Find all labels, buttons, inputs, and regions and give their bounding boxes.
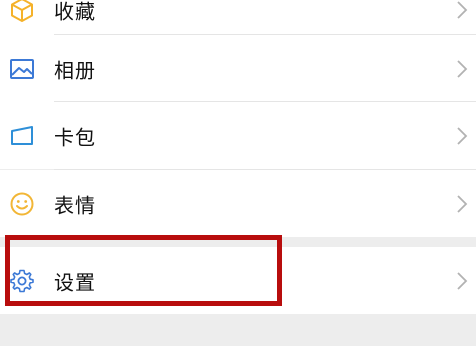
menu-item-label: 收藏 [54, 0, 96, 23]
album-picture-icon [10, 58, 34, 79]
favorites-cube-icon [11, 0, 33, 22]
card-wallet-icon [11, 125, 33, 145]
menu-item-label: 卡包 [54, 125, 96, 149]
menu-item-label: 表情 [54, 193, 96, 217]
menu-item-stickers[interactable]: 表情 [0, 170, 476, 237]
chevron-right-icon [457, 194, 468, 213]
menu-item-card-wallet[interactable]: 卡包 [0, 102, 476, 169]
chevron-right-icon [457, 126, 468, 145]
menu-item-album[interactable]: 相册 [0, 35, 476, 102]
sticker-smiley-icon [10, 192, 34, 215]
menu-item-label: 相册 [54, 58, 96, 82]
chevron-right-icon [457, 271, 468, 290]
chevron-right-icon [457, 59, 468, 78]
menu-item-settings[interactable]: 设置 [0, 247, 476, 314]
chevron-right-icon [457, 0, 468, 19]
menu-item-label: 设置 [54, 270, 96, 294]
settings-gear-icon [10, 269, 34, 292]
